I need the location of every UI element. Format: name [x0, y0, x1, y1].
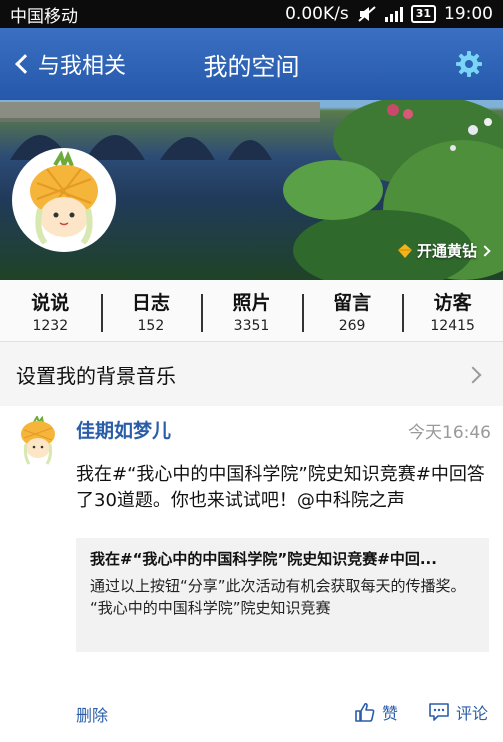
- chevron-right-icon: [479, 244, 491, 257]
- feed-timestamp: 今天16:46: [408, 423, 491, 443]
- back-button[interactable]: 与我相关: [12, 28, 126, 100]
- stat-count: 1232: [32, 317, 69, 334]
- stat-count: 3351: [233, 317, 270, 334]
- back-label: 与我相关: [38, 54, 127, 79]
- stat-label: 日志: [131, 291, 170, 314]
- chevron-right-icon: [464, 366, 482, 383]
- stats-bar: 说说 1232 日志 152 照片 3351 留言 269 访客 12415: [0, 280, 503, 342]
- background-music-row[interactable]: 设置我的背景音乐: [0, 342, 503, 408]
- comment-label: 评论: [456, 704, 489, 723]
- stat-count: 152: [137, 317, 165, 334]
- yellow-diamond-icon: [397, 243, 412, 258]
- delete-button[interactable]: 删除: [76, 702, 108, 726]
- like-label: 赞: [382, 704, 399, 723]
- vip-label: 开通黄钻: [416, 242, 477, 260]
- nav-bar: 与我相关 我的空间: [0, 28, 503, 100]
- status-bar: 中国移动 0.00K/s 31 19:00: [0, 0, 503, 28]
- pineapple-avatar-image: [15, 151, 113, 249]
- feed-header: 佳期如梦儿 今天16:46: [0, 406, 503, 465]
- stat-count: 269: [338, 317, 366, 334]
- stat-label: 照片: [232, 291, 271, 314]
- feed-username[interactable]: 佳期如梦儿: [76, 416, 171, 443]
- card-title: 我在#“我心中的中国科学院”院史知识竞赛#中回...: [90, 550, 437, 568]
- stat-shuoshuo[interactable]: 说说 1232: [0, 288, 101, 334]
- stat-visitors[interactable]: 访客 12415: [402, 288, 503, 334]
- clock: 19:00: [444, 4, 493, 24]
- feed-text: 我在#“我心中的中国科学院”院史知识竞赛#中回答了30道题。你也来试试吧！@中科…: [76, 464, 485, 511]
- user-avatar[interactable]: [16, 416, 60, 466]
- comment-icon: [429, 703, 449, 721]
- stat-label: 说说: [31, 291, 70, 314]
- signal-icon: [384, 6, 403, 22]
- vip-link[interactable]: 开通黄钻: [397, 240, 491, 261]
- carrier-name: 中国移动: [10, 6, 78, 27]
- stat-label: 留言: [333, 291, 372, 314]
- stat-label: 访客: [433, 291, 472, 314]
- card-description: 通过以上按钮“分享”此次活动有机会获取每天的传播奖。: [90, 577, 466, 595]
- comment-button[interactable]: 评论: [428, 700, 488, 724]
- gear-icon[interactable]: [455, 50, 483, 78]
- chevron-left-icon: [15, 54, 35, 74]
- cover-photo[interactable]: 开通黄钻: [0, 100, 503, 280]
- mute-icon: [358, 6, 376, 22]
- stat-photos[interactable]: 照片 3351: [201, 288, 302, 334]
- shared-link-card[interactable]: 我在#“我心中的中国科学院”院史知识竞赛#中回... 通过以上按钮“分享”此次活…: [76, 538, 489, 652]
- network-speed: 0.00K/s: [285, 4, 349, 24]
- thumbs-up-icon: [355, 702, 375, 722]
- like-button[interactable]: 赞: [354, 700, 398, 724]
- profile-avatar[interactable]: [12, 148, 116, 252]
- stat-count: 12415: [430, 317, 475, 334]
- card-subtitle: “我心中的中国科学院”院史知识竞赛: [90, 599, 331, 617]
- feed-item: 佳期如梦儿 今天16:46 我在#“我心中的中国科学院”院史知识竞赛#中回答了3…: [0, 406, 503, 742]
- battery-icon: 31: [410, 5, 436, 23]
- feed-actions: 删除 赞 评论: [0, 698, 503, 734]
- status-right: 0.00K/s 31 19:00: [285, 4, 493, 24]
- stat-messages[interactable]: 留言 269: [301, 288, 403, 334]
- qzone-page: 中国移动 0.00K/s 31 19:00 与我相关 我的空间 开通黄钻 说说 …: [0, 0, 503, 742]
- music-row-label: 设置我的背景音乐: [16, 364, 176, 388]
- stat-blog[interactable]: 日志 152: [100, 288, 202, 334]
